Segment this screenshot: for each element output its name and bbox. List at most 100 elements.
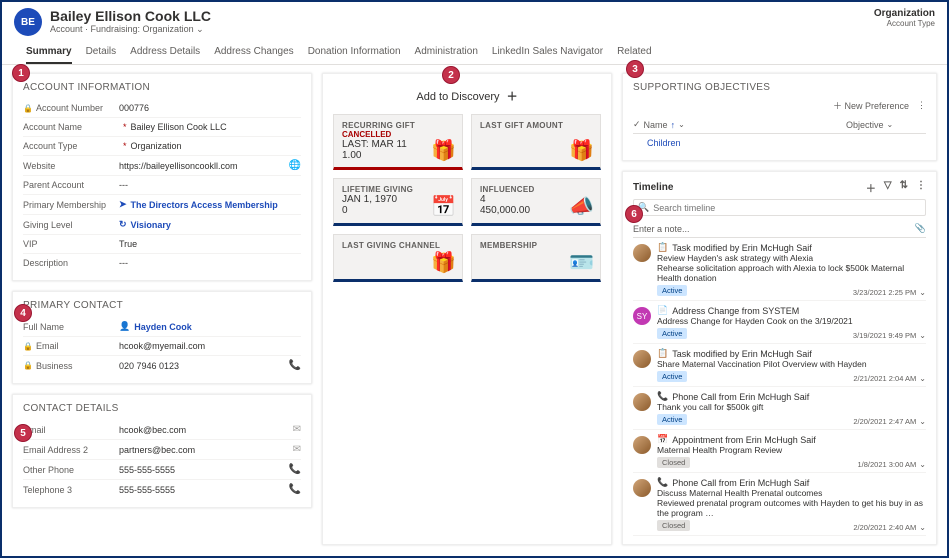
field-row[interactable]: 🔒Account Number000776 [23,99,301,118]
card-bg-icon: 📣 [569,194,594,219]
metric-card[interactable]: RECURRING GIFTCANCELLEDLAST: MAR 111.00🎁 [333,114,463,170]
chevron-down-icon[interactable]: ⌄ [919,460,926,469]
field-row[interactable]: VIPTrue [23,235,301,254]
timeline-item-title: Address Change from SYSTEM [672,306,799,316]
field-label: Description [23,258,119,268]
field-label: 🔒Business [23,361,119,371]
timeline-desc-line: Address Change for Hayden Cook on the 3/… [657,316,926,326]
account-info-title: ACCOUNT INFORMATION [23,82,301,93]
account-type-label: Account Type [874,19,935,28]
col-objective-header[interactable]: Objective ⌄ [846,119,926,130]
timeline-avatar [633,244,651,262]
add-to-discovery-button[interactable]: Add to Discovery ＋ [333,82,601,114]
supporting-row[interactable]: Children [633,134,926,152]
timeline-search-input[interactable] [653,203,921,213]
supporting-name[interactable]: Children [633,138,926,148]
timeline-badge: Active [657,328,687,339]
tab-address-details[interactable]: Address Details [130,42,200,64]
col-name-label: Name [644,120,668,130]
activity-type-icon: 📞 [657,391,668,402]
timeline-header: Timeline ＋ ▽ ⇅ ⋮ [633,180,926,195]
card-title: LAST GIVING CHANNEL [342,241,454,250]
field-row[interactable]: Other Phone555-555-5555📞 [23,460,301,480]
tab-administration[interactable]: Administration [415,42,478,64]
phone-icon[interactable]: 📞 [289,464,301,475]
tab-summary[interactable]: Summary [26,42,72,64]
chevron-down-icon[interactable]: ⌄ [919,288,926,297]
mail-icon[interactable]: ✉ [293,424,301,435]
timeline-sort-icon[interactable]: ⇅ [900,180,908,195]
field-value[interactable]: ↻Visionary [119,219,301,230]
field-row[interactable]: Giving Level↻Visionary [23,215,301,235]
field-value[interactable]: 👤Hayden Cook [119,321,301,332]
field-row[interactable]: Websitehttps://baileyellisoncookll.com🌐 [23,156,301,176]
timeline-add-icon[interactable]: ＋ [866,180,876,195]
new-preference-button[interactable]: ＋ New Preference [833,99,909,112]
plus-icon: ＋ [507,91,518,103]
timeline-badge: Active [657,285,687,296]
tab-donation-information[interactable]: Donation Information [308,42,401,64]
tab-linkedin-sales-navigator[interactable]: LinkedIn Sales Navigator [492,42,603,64]
field-row[interactable]: Description--- [23,254,301,272]
timeline-item[interactable]: 📋Task modified by Erin McHugh Saif Revie… [633,238,926,301]
timeline-item[interactable]: 📞Phone Call from Erin McHugh Saif Thank … [633,387,926,430]
supporting-table-head: ✓ Name ↑ ⌄ Objective ⌄ [633,116,926,134]
required-star: * [123,141,127,151]
timeline-item[interactable]: 📞Phone Call from Erin McHugh Saif Discus… [633,473,926,536]
card-title: RECURRING GIFT [342,121,454,130]
field-row[interactable]: Telephone 3555-555-5555📞 [23,480,301,499]
account-subtitle[interactable]: Account · Fundraising: Organization ⌄ [50,24,211,35]
chevron-down-icon[interactable]: ⌄ [919,417,926,426]
timeline-filter-icon[interactable]: ▽ [884,180,892,195]
field-row[interactable]: Primary Membership➤The Directors Access … [23,195,301,215]
tab-details[interactable]: Details [86,42,117,64]
chevron-down-icon[interactable]: ⌄ [919,374,926,383]
person-icon: 👤 [119,321,130,332]
card-bg-icon: 🎁 [431,138,456,163]
new-preference-label: New Preference [844,101,909,111]
mail-icon[interactable]: ✉ [293,444,301,455]
field-row[interactable]: 🔒Emailhcook@myemail.com [23,337,301,356]
account-info-panel: ACCOUNT INFORMATION 🔒Account Number00077… [12,73,312,281]
globe-icon[interactable]: 🌐 [289,160,301,171]
field-label: VIP [23,239,119,249]
field-value: partners@bec.com✉ [119,444,301,455]
timeline-desc-line: Share Maternal Vaccination Pilot Overvie… [657,359,926,369]
field-label: Giving Level [23,220,119,230]
phone-icon[interactable]: 📞 [289,484,301,495]
tab-address-changes[interactable]: Address Changes [214,42,294,64]
timeline-note-row[interactable]: Enter a note... 📎 [633,220,926,238]
timeline-desc-line: Review Hayden's ask strategy with Alexia [657,253,926,263]
timeline-more-icon[interactable]: ⋮ [916,180,926,195]
field-row[interactable]: Full Name👤Hayden Cook [23,317,301,337]
metric-card[interactable]: LIFETIME GIVINGJAN 1, 19700📅 [333,178,463,226]
timeline-title: Timeline [633,182,673,193]
field-value: 000776 [119,103,301,113]
metric-card[interactable]: LAST GIVING CHANNEL🎁 [333,234,463,282]
timeline-desc-line: Maternal Health Program Review [657,445,926,455]
field-label: Primary Membership [23,200,119,210]
timeline-list[interactable]: 📋Task modified by Erin McHugh Saif Revie… [633,238,926,536]
chevron-down-icon[interactable]: ⌄ [919,331,926,340]
attachment-icon[interactable]: 📎 [915,223,926,234]
phone-icon[interactable]: 📞 [289,360,301,371]
right-column: SUPPORTING OBJECTIVES ＋ New Preference ⋮… [622,73,937,545]
field-row[interactable]: Email Address 2partners@bec.com✉ [23,440,301,460]
timeline-item[interactable]: 📅Appointment from Erin McHugh Saif Mater… [633,430,926,473]
metric-card[interactable]: INFLUENCED4450,000.00📣 [471,178,601,226]
metric-card[interactable]: MEMBERSHIP🪪 [471,234,601,282]
field-row[interactable]: Emailhcook@bec.com✉ [23,420,301,440]
chevron-down-icon[interactable]: ⌄ [919,523,926,532]
supporting-title: SUPPORTING OBJECTIVES [633,82,926,93]
field-row[interactable]: Parent Account--- [23,176,301,195]
field-row[interactable]: Account Type*Organization [23,137,301,156]
field-value[interactable]: ➤The Directors Access Membership [119,199,301,210]
metric-card[interactable]: LAST GIFT AMOUNT🎁 [471,114,601,170]
field-row[interactable]: Account Name*Bailey Ellison Cook LLC [23,118,301,137]
more-icon[interactable]: ⋮ [917,100,926,111]
timeline-item[interactable]: 📋Task modified by Erin McHugh Saif Share… [633,344,926,387]
field-row[interactable]: 🔒Business020 7946 0123📞 [23,356,301,375]
col-name-header[interactable]: ✓ Name ↑ ⌄ [633,119,846,130]
timeline-search[interactable]: 🔍 [633,199,926,216]
timeline-item[interactable]: SY 📄Address Change from SYSTEM Address C… [633,301,926,344]
